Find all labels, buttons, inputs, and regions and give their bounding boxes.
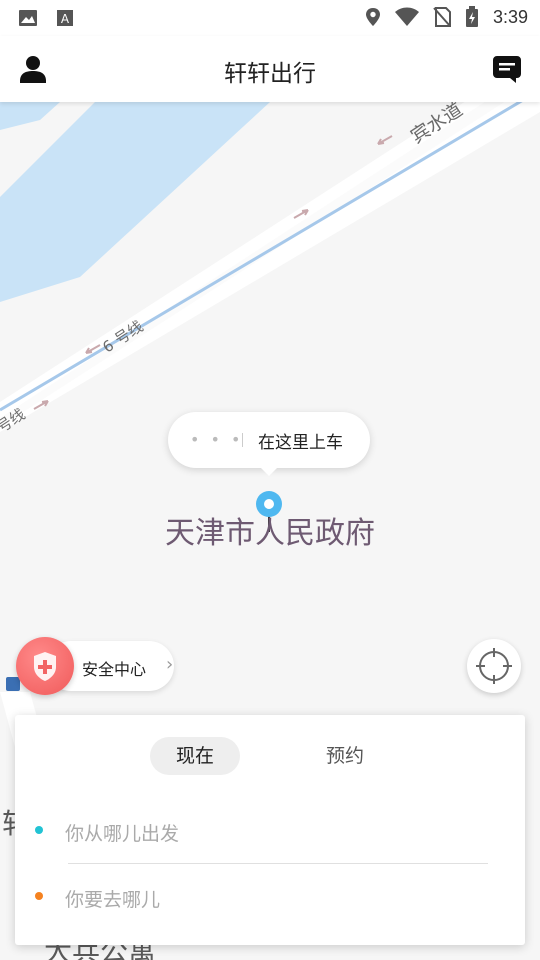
chevron-right-icon: › — [166, 654, 174, 675]
field-divider — [68, 863, 488, 864]
safety-center-label: 安全中心 — [82, 660, 147, 679]
clock: 3:39 — [492, 6, 528, 27]
battery-charging-icon — [465, 6, 478, 27]
font-a-icon: A — [57, 10, 73, 26]
no-sim-icon — [433, 7, 451, 27]
pickup-hint-bubble[interactable]: • • • 在这里上车 — [168, 412, 370, 476]
tab-reserve[interactable]: 预约 — [300, 737, 390, 775]
bubble-divider — [242, 433, 243, 447]
pickup-hint-text: 在这里上车 — [258, 433, 343, 453]
message-icon[interactable] — [492, 54, 522, 84]
road-arrow — [377, 135, 393, 145]
loading-dots: • • • — [190, 430, 244, 449]
app-screen: 宾水道 6 号线 号线 轩 大兵公寓 A — [0, 0, 540, 960]
svg-text:A: A — [61, 12, 70, 26]
place-name: 天津市人民政府 — [165, 516, 375, 551]
location-icon — [365, 8, 380, 26]
from-dot — [35, 826, 43, 834]
booking-card: 现在 预约 你从哪儿出发 你要去哪儿 — [15, 715, 525, 945]
page-title: 轩轩出行 — [224, 61, 316, 87]
image-icon — [19, 10, 37, 26]
status-bar: A 3:39 — [0, 0, 540, 36]
crosshair-icon — [476, 648, 512, 684]
app-header: 轩轩出行 — [0, 36, 540, 102]
to-placeholder: 你要去哪儿 — [65, 889, 161, 911]
tab-now[interactable]: 现在 — [150, 737, 240, 775]
to-dot — [35, 892, 43, 900]
shield-plus-icon — [34, 652, 56, 681]
from-placeholder: 你从哪儿出发 — [65, 823, 180, 845]
wifi-icon — [394, 7, 419, 26]
safety-badge[interactable] — [16, 637, 74, 695]
locate-me-button[interactable] — [467, 639, 521, 693]
